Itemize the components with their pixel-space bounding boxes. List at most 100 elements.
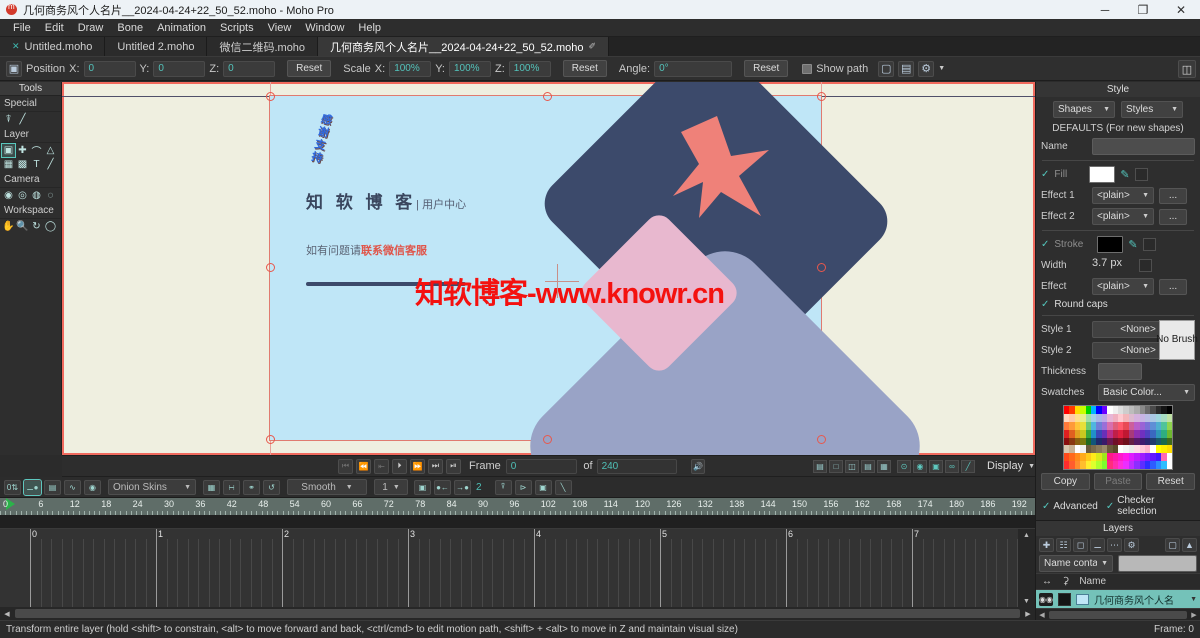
reset-style-button[interactable]: Reset [1146, 473, 1196, 490]
two-view-icon[interactable]: ◫ [845, 459, 859, 473]
stroke-effect-dropdown[interactable]: <plain> ▼ [1092, 278, 1154, 295]
select-handle-tl[interactable] [266, 92, 275, 101]
interpolation-dropdown[interactable]: Smooth ▼ [287, 479, 367, 495]
layers-horizontal-scrollbar[interactable]: ◀ ▶ [1036, 608, 1200, 620]
select-handle-ml[interactable] [266, 263, 275, 272]
scroll-right-icon[interactable]: ▶ [1188, 611, 1200, 619]
show-path-checkbox[interactable] [802, 63, 813, 74]
crop-tool-icon[interactable]: ⍒ [2, 113, 15, 126]
paste-keys-icon[interactable]: ▣ [534, 479, 552, 495]
paste-style-button[interactable]: Paste [1093, 473, 1143, 490]
position-reset-button[interactable]: Reset [287, 60, 332, 77]
audio-icon[interactable]: 🔊 [691, 458, 705, 474]
palette-swatch[interactable] [1166, 461, 1172, 469]
step-back-icon[interactable]: ⇤ [374, 458, 389, 474]
doc-tab-wechat-qr[interactable]: 微信二维码.moho [207, 37, 319, 56]
scroll-down-icon[interactable]: ▼ [1023, 595, 1030, 607]
select-handle-bc[interactable] [543, 435, 552, 444]
display-chevron-down-icon[interactable]: ▼ [1028, 463, 1035, 470]
set-origin-icon[interactable]: ▦ [2, 158, 15, 171]
scale-x-input[interactable]: 100% [389, 60, 432, 77]
motion-graph-icon[interactable]: ∿ [64, 479, 81, 495]
delete-layer-icon[interactable]: ⚊ [1090, 538, 1105, 552]
fill-color-swatch[interactable] [1089, 166, 1116, 183]
layer-filter-input[interactable] [1118, 555, 1197, 572]
cycle-icon[interactable]: ◉ [84, 479, 101, 495]
timeline-horizontal-scrollbar[interactable]: ◀ ▶ [0, 607, 1035, 620]
timeline-toggle-icon[interactable]: ▤ [813, 459, 827, 473]
menu-file[interactable]: File [6, 20, 38, 36]
step-dropdown[interactable]: 1 ▼ [374, 479, 408, 495]
zoom-icon[interactable]: 🔍 [16, 220, 29, 233]
ease-in-icon[interactable]: ●← [434, 479, 451, 495]
camera-track-icon[interactable]: ◉ [2, 189, 15, 202]
to-end-icon[interactable]: ⏯ [446, 458, 461, 474]
palette-swatch[interactable] [1166, 421, 1172, 430]
timeline-scroll-thumb[interactable] [15, 609, 1020, 618]
project-artboard[interactable]: 感谢支持 知 软 博 客| 用户中心 如有问题请联系微信客服 知软博客-www.… [269, 82, 938, 455]
scroll-left-icon[interactable]: ◀ [1036, 611, 1048, 619]
shapes-dropdown[interactable]: Shapes ▼ [1053, 101, 1115, 118]
prev-keyframe-icon[interactable]: ⏪ [356, 458, 371, 474]
palette-swatch[interactable] [1166, 453, 1172, 462]
transform-layer-icon[interactable]: ▣ [1, 143, 16, 158]
stroke-width-input[interactable]: 3.7 px [1092, 257, 1134, 274]
timeline-grid[interactable]: 012345678 [0, 529, 1035, 607]
onion-icon[interactable]: ◉ [913, 459, 927, 473]
menu-window[interactable]: Window [298, 20, 351, 36]
select-handle-mr[interactable] [817, 263, 826, 272]
menu-edit[interactable]: Edit [38, 20, 71, 36]
stroke-color-swatch[interactable] [1097, 236, 1124, 253]
palette-swatch[interactable] [1166, 445, 1172, 454]
keyframe-icon[interactable]: ▣ [414, 479, 431, 495]
palette-swatch[interactable] [1166, 406, 1172, 414]
doc-tab-untitled-2[interactable]: Untitled 2.moho [105, 37, 208, 56]
position-x-input[interactable]: 0 [83, 60, 136, 77]
close-button[interactable]: ✕ [1162, 0, 1200, 19]
three-view-icon[interactable]: ▤ [861, 459, 875, 473]
menu-animation[interactable]: Animation [150, 20, 213, 36]
swatches-dropdown[interactable]: Basic Color... ▼ [1098, 384, 1195, 401]
stroke-effect-more-button[interactable]: ... [1159, 278, 1187, 295]
play-icon[interactable]: ⏵ [392, 458, 407, 474]
thickness-input[interactable] [1098, 363, 1142, 380]
menu-help[interactable]: Help [351, 20, 388, 36]
orbit-icon[interactable]: ◯ [44, 220, 57, 233]
layer-chevron-down-icon[interactable]: ▼ [1190, 596, 1197, 603]
menu-view[interactable]: View [261, 20, 299, 36]
channels-icon[interactable]: ⚊● [23, 478, 42, 496]
position-z-input[interactable]: 0 [223, 60, 276, 77]
line-tool-icon[interactable]: ╱ [16, 113, 29, 126]
clear-keys-icon[interactable]: ╲ [554, 479, 572, 495]
onion-skins-dropdown[interactable]: Onion Skins ▼ [108, 479, 196, 495]
color-palette[interactable] [1063, 405, 1173, 470]
layer-filter-dropdown[interactable]: Name conta...▼ [1039, 555, 1113, 572]
new-group-icon[interactable]: ◻ [1073, 538, 1088, 552]
layer-timeline-icon[interactable]: ▤ [44, 479, 61, 495]
duplicate-layer-icon[interactable]: ☷ [1056, 538, 1071, 552]
shear-layer-icon[interactable]: △ [44, 144, 57, 157]
round-caps-checkbox[interactable]: ✓ [1041, 299, 1049, 310]
more-transform-icon[interactable]: ⚙ [918, 60, 935, 77]
onion-points-icon[interactable]: ∺ [223, 479, 240, 495]
copy-keys-icon[interactable]: ⊳ [514, 479, 532, 495]
palette-swatch[interactable] [1166, 413, 1172, 422]
fast-forward-icon[interactable]: ⏩ [410, 458, 425, 474]
select-handle-br[interactable] [817, 435, 826, 444]
palette-swatch[interactable] [1166, 437, 1172, 446]
total-frames-input[interactable]: 240 [596, 458, 678, 474]
effect1-dropdown[interactable]: <plain> ▼ [1092, 187, 1154, 204]
ease-out-icon[interactable]: →● [454, 479, 471, 495]
four-view-icon[interactable]: ▦ [877, 459, 891, 473]
fill-alt-swatch[interactable] [1134, 168, 1148, 181]
stroke-alt-swatch[interactable] [1142, 238, 1156, 251]
layer-color-swatch[interactable] [1058, 592, 1071, 606]
rotate-layer-icon[interactable]: ⌒ [30, 144, 43, 158]
filter-layers-icon[interactable]: ▢ [1165, 538, 1180, 552]
menu-bone[interactable]: Bone [110, 20, 150, 36]
select-handle-tr[interactable] [817, 92, 826, 101]
visibility-icon[interactable]: ◉◉ [1039, 592, 1053, 606]
close-icon[interactable]: ✕ [12, 41, 20, 52]
scroll-up-icon[interactable]: ▲ [1023, 529, 1030, 541]
eyedropper-icon[interactable]: ✎ [1128, 238, 1137, 251]
